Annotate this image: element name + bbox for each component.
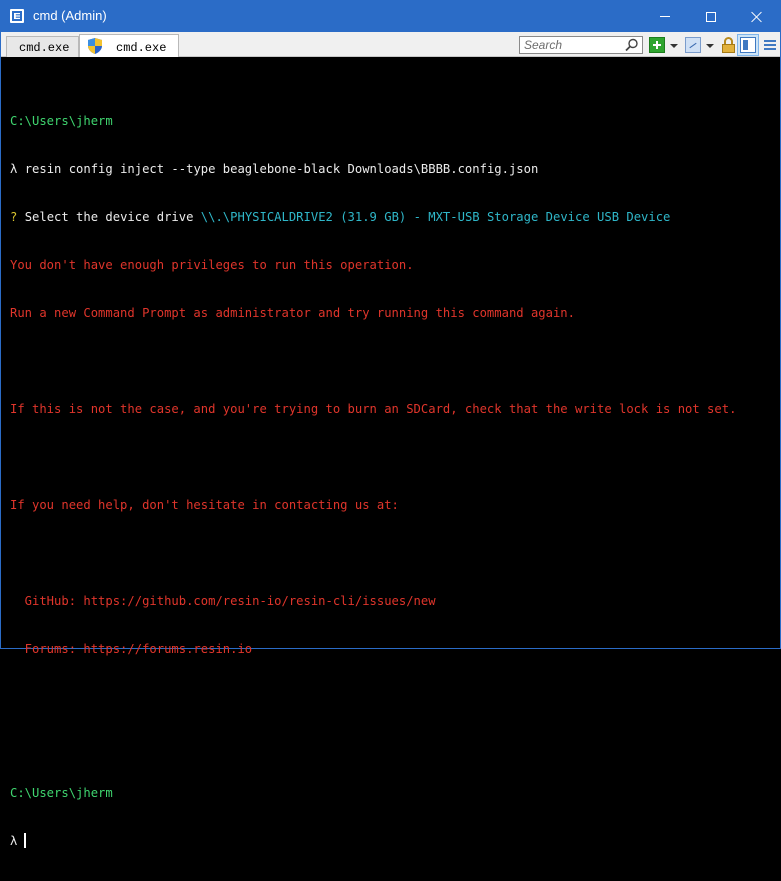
- menu-icon[interactable]: [762, 37, 778, 53]
- console-window: cmd (Admin) cmd.exe cmd.exe Search C:\Us…: [0, 0, 781, 848]
- input-line[interactable]: λ: [10, 833, 780, 849]
- error-line: If this is not the case, and you're tryi…: [10, 402, 737, 416]
- chevron-down-icon[interactable]: [670, 44, 678, 48]
- new-tab-icon[interactable]: [649, 37, 665, 53]
- minimize-icon: [660, 16, 670, 17]
- command-line: λ resin config inject --type beaglebone-…: [10, 161, 780, 177]
- question-mark: ?: [10, 210, 25, 224]
- title-bar[interactable]: cmd (Admin): [1, 1, 780, 32]
- prompt-path: C:\Users\jherm: [10, 114, 113, 128]
- github-link: GitHub: https://github.com/resin-io/resi…: [10, 594, 436, 608]
- forums-link: Forums: https://forums.resin.io: [10, 642, 253, 656]
- device-selection[interactable]: \\.\PHYSICALDRIVE2 (31.9 GB) - MXT-USB S…: [201, 210, 671, 224]
- error-line: If you need help, don't hesitate in cont…: [10, 498, 399, 512]
- console-output[interactable]: C:\Users\jherm λ resin config inject --t…: [1, 58, 780, 848]
- close-button[interactable]: [734, 1, 780, 32]
- tab-bar: cmd.exe cmd.exe Search: [1, 32, 780, 57]
- new-console-icon[interactable]: [685, 37, 701, 53]
- text-cursor: [24, 833, 27, 848]
- command-text: resin config inject --type beaglebone-bl…: [24, 162, 539, 176]
- lock-icon[interactable]: [721, 37, 737, 53]
- maximize-icon: [706, 11, 716, 22]
- search-icon[interactable]: [625, 38, 639, 52]
- tab-cmd-2[interactable]: cmd.exe: [79, 34, 179, 57]
- error-line: Run a new Command Prompt as administrato…: [10, 306, 575, 320]
- search-box[interactable]: Search: [519, 36, 643, 54]
- prompt-path: C:\Users\jherm: [10, 786, 113, 800]
- error-line: You don't have enough privileges to run …: [10, 258, 414, 272]
- tab-label: cmd.exe: [19, 41, 70, 55]
- minimize-button[interactable]: [642, 1, 688, 32]
- tab-cmd-1[interactable]: cmd.exe: [6, 36, 79, 57]
- close-icon: [751, 11, 763, 23]
- panel-view-icon[interactable]: [740, 37, 756, 53]
- lambda-prompt: λ: [10, 834, 18, 848]
- chevron-down-icon[interactable]: [706, 44, 714, 48]
- lambda-prompt: λ: [10, 162, 25, 176]
- shield-icon: [88, 38, 102, 54]
- select-drive-line: ? Select the device drive \\.\PHYSICALDR…: [10, 209, 780, 225]
- maximize-button[interactable]: [688, 1, 734, 32]
- search-input[interactable]: Search: [524, 38, 562, 52]
- select-label: Select the device drive: [24, 210, 201, 224]
- tab-label: cmd.exe: [116, 41, 167, 55]
- window-title: cmd (Admin): [33, 8, 107, 23]
- console-app-icon[interactable]: [10, 9, 24, 23]
